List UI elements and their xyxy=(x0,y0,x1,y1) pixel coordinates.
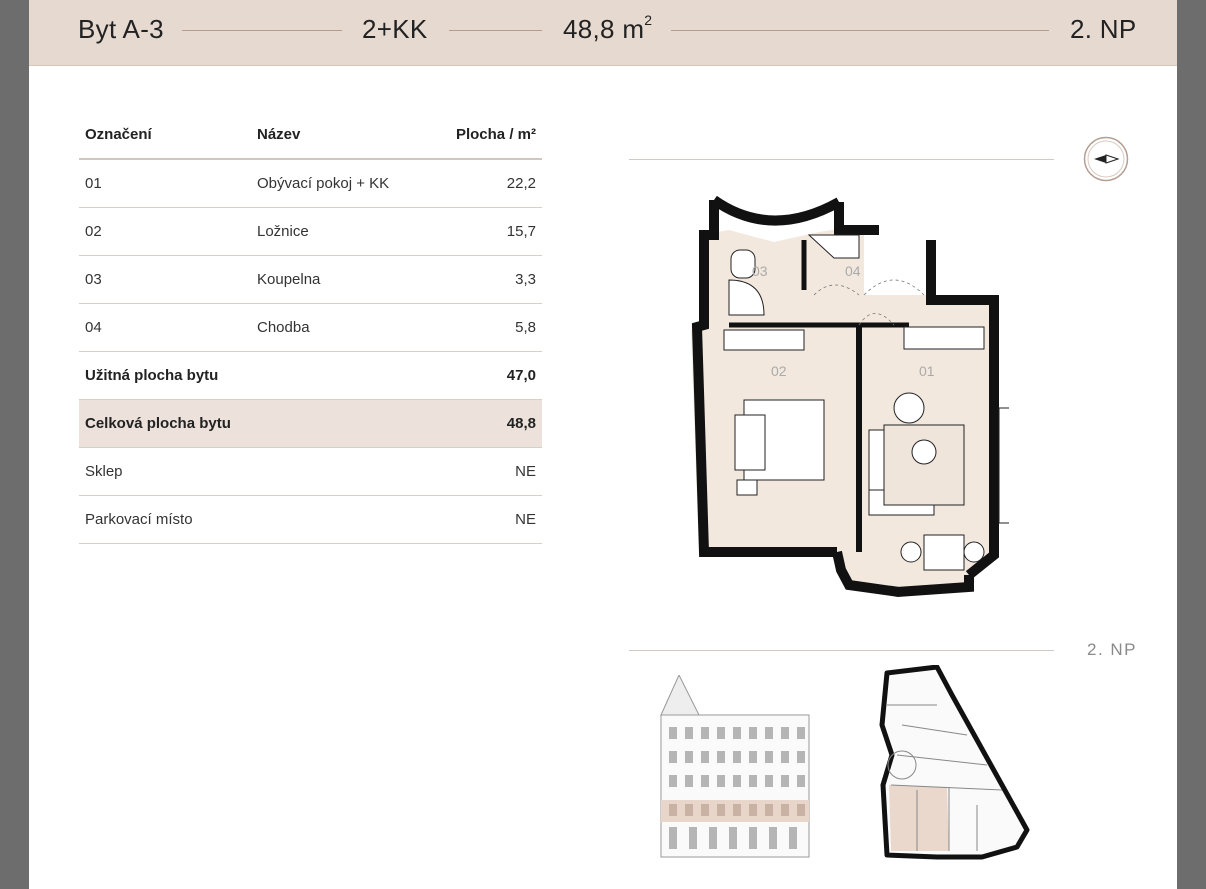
floor-plan-sheet: Byt A-3 2+KK 48,8 m2 2. NP Označení Náze… xyxy=(29,0,1177,889)
unit-layout: 2+KK xyxy=(362,14,428,44)
plan-room-label: 04 xyxy=(845,263,861,279)
plan-bottom-rule xyxy=(629,650,1054,651)
room-area: 5,8 xyxy=(428,303,542,352)
floor-key-plan xyxy=(879,665,1030,860)
header-bar: Byt A-3 2+KK 48,8 m2 2. NP xyxy=(29,0,1177,66)
usable-area-label: Užitná plocha bytu xyxy=(79,351,429,400)
room-area: 22,2 xyxy=(428,159,542,208)
header-divider xyxy=(182,30,342,31)
table-row: 02 Ložnice 15,7 xyxy=(79,207,542,256)
plan-room-label: 02 xyxy=(771,363,787,379)
total-area-value: 48,8 xyxy=(428,399,542,448)
total-area-label: Celková plocha bytu xyxy=(79,399,429,448)
col-code: Označení xyxy=(79,110,251,160)
room-area: 15,7 xyxy=(428,207,542,256)
building-facade-drawing xyxy=(660,675,810,858)
floor-label: 2. NP xyxy=(1087,640,1138,659)
table-row: 04 Chodba 5,8 xyxy=(79,303,542,352)
room-name: Ložnice xyxy=(251,207,429,256)
room-code: 03 xyxy=(79,255,251,304)
room-code: 04 xyxy=(79,303,251,352)
plan-room-label: 01 xyxy=(919,363,935,379)
room-table: Označení Název Plocha / m² 01 Obývací po… xyxy=(79,110,542,544)
floor-plan-drawing: 03 04 02 01 xyxy=(691,195,1009,597)
unit-name: Byt A-3 xyxy=(78,14,164,44)
cellar-label: Sklep xyxy=(79,447,429,496)
cellar-value: NE xyxy=(428,447,542,496)
table-row: 03 Koupelna 3,3 xyxy=(79,255,542,304)
unit-area: 48,8 m2 xyxy=(563,12,653,44)
compass-icon xyxy=(1083,136,1129,182)
room-name: Koupelna xyxy=(251,255,429,304)
unit-floor: 2. NP xyxy=(1070,14,1137,44)
room-name: Chodba xyxy=(251,303,429,352)
table-row: 01 Obývací pokoj + KK 22,2 xyxy=(79,159,542,208)
plan-room-label: 03 xyxy=(752,263,768,279)
usable-area-value: 47,0 xyxy=(428,351,542,400)
table-header-row: Označení Název Plocha / m² xyxy=(79,110,542,160)
total-area-row: Celková plocha bytu 48,8 xyxy=(79,399,542,448)
col-name: Název xyxy=(251,110,429,160)
room-area: 3,3 xyxy=(428,255,542,304)
parking-value: NE xyxy=(428,495,542,544)
header-divider xyxy=(449,30,542,31)
parking-label: Parkovací místo xyxy=(79,495,429,544)
room-name: Obývací pokoj + KK xyxy=(251,159,429,208)
room-code: 01 xyxy=(79,159,251,208)
usable-area-row: Užitná plocha bytu 47,0 xyxy=(79,351,542,400)
room-code: 02 xyxy=(79,207,251,256)
header-divider xyxy=(671,30,1049,31)
col-area: Plocha / m² xyxy=(428,110,542,160)
plan-top-rule xyxy=(629,159,1054,160)
parking-row: Parkovací místo NE xyxy=(79,495,542,544)
cellar-row: Sklep NE xyxy=(79,447,542,496)
